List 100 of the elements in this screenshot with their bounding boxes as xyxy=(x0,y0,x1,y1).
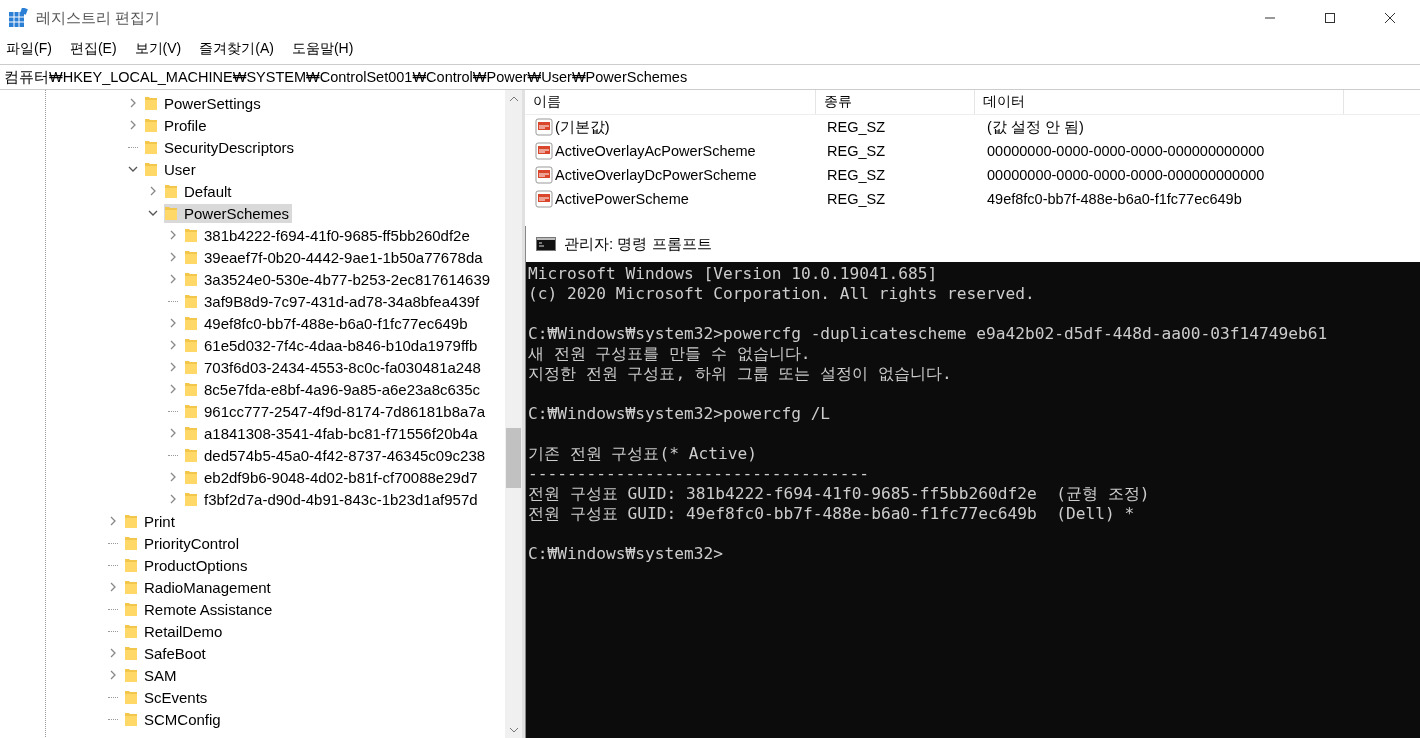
expand-chevron-icon[interactable] xyxy=(108,516,118,526)
console-line: C:₩Windows₩system32>powercfg /L xyxy=(528,404,832,424)
console-title: 관리자: 명령 프롬프트 xyxy=(564,234,712,254)
folder-icon xyxy=(184,271,198,287)
scroll-up-icon[interactable] xyxy=(508,95,519,103)
value-type: REG_SZ xyxy=(826,191,886,207)
tree-item[interactable]: SCMConfig xyxy=(124,709,224,729)
value-type: REG_SZ xyxy=(826,167,886,183)
folder-icon xyxy=(184,403,198,419)
tree-item[interactable]: Remote Assistance xyxy=(124,599,276,619)
tree-item[interactable]: 703f6d03-2434-4553-8c0c-fa030481a248 xyxy=(184,357,484,377)
column-header[interactable]: 이름 xyxy=(525,90,816,114)
folder-icon xyxy=(184,315,198,331)
tree-item[interactable]: SecurityDescriptors xyxy=(144,137,298,157)
tree-item[interactable]: Profile xyxy=(144,115,210,135)
tree-item[interactable]: ded574b5-45a0-4f42-8737-46345c09c238 xyxy=(184,445,489,465)
folder-icon xyxy=(144,161,158,177)
expand-chevron-icon[interactable] xyxy=(168,494,178,504)
tree-item[interactable]: 8c5e7fda-e8bf-4a96-9a85-a6e23a8c635c xyxy=(184,379,484,399)
column-header[interactable]: 데이터 xyxy=(975,90,1344,114)
console-line: ----------------------------------- xyxy=(528,464,871,484)
tree-item[interactable]: a1841308-3541-4fab-bc81-f71556f20b4a xyxy=(184,423,481,443)
expand-chevron-icon[interactable] xyxy=(168,230,178,240)
expand-chevron-icon[interactable] xyxy=(168,472,178,482)
expand-chevron-icon[interactable] xyxy=(128,98,138,108)
close-icon xyxy=(1384,12,1396,24)
console-line: 기존 전원 구성표(* Active) xyxy=(528,444,758,464)
folder-icon xyxy=(124,689,138,705)
tree-item[interactable]: ScEvents xyxy=(124,687,211,707)
folder-icon xyxy=(124,513,138,529)
menu-item[interactable]: 즐겨찾기(A) xyxy=(197,38,276,60)
value-data: (값 설정 안 됨) xyxy=(986,117,1085,137)
scrollbar-thumb[interactable] xyxy=(506,428,521,488)
expand-chevron-icon[interactable] xyxy=(108,648,118,658)
folder-icon xyxy=(184,337,198,353)
value-data: 00000000-0000-0000-0000-000000000000 xyxy=(986,143,1266,159)
tree-item[interactable]: PowerSchemes xyxy=(164,203,293,223)
string-value-icon xyxy=(535,166,553,184)
registry-app-icon xyxy=(8,8,28,28)
expand-chevron-icon[interactable] xyxy=(168,252,178,262)
tree-item[interactable]: Print xyxy=(124,511,178,531)
collapse-chevron-icon[interactable] xyxy=(148,208,158,218)
tree-item[interactable]: SafeBoot xyxy=(124,643,209,663)
folder-icon xyxy=(164,205,178,221)
tree-item[interactable]: 39eaef7f-0b20-4442-9ae1-1b50a77678da xyxy=(184,247,486,267)
console-line: C:₩Windows₩system32>powercfg -duplicatescheme e9a42b02-d5df-448d-aa00-03f14749eb61 xyxy=(528,324,1329,344)
folder-icon xyxy=(184,469,198,485)
expand-chevron-icon[interactable] xyxy=(168,362,178,372)
tree-item[interactable]: 3af9B8d9-7c97-431d-ad78-34a8bfea439f xyxy=(184,291,483,311)
folder-icon xyxy=(164,183,178,199)
folder-icon xyxy=(184,293,198,309)
folder-icon xyxy=(124,557,138,573)
address-bar[interactable]: 컴퓨터₩HKEY_LOCAL_MACHINE₩SYSTEM₩ControlSet001₩Control₩Power₩User₩PowerSchemes xyxy=(0,64,1420,90)
tree-item[interactable]: SAM xyxy=(124,665,180,685)
tree-item[interactable]: 381b4222-f694-41f0-9685-ff5bb260df2e xyxy=(184,225,473,245)
tree-item[interactable]: RetailDemo xyxy=(124,621,226,641)
scrollbar[interactable] xyxy=(505,90,522,738)
tree-item[interactable]: eb2df9b6-9048-4d02-b81f-cf70088e29d7 xyxy=(184,467,481,487)
collapse-chevron-icon[interactable] xyxy=(128,164,138,174)
tree-item[interactable]: ProductOptions xyxy=(124,555,251,575)
tree-item[interactable]: 61e5d032-7f4c-4daa-b846-b10da1979ffb xyxy=(184,335,481,355)
expand-chevron-icon[interactable] xyxy=(108,582,118,592)
menu-item[interactable]: 편집(E) xyxy=(67,38,119,60)
tree-item[interactable]: Default xyxy=(164,181,235,201)
expand-chevron-icon[interactable] xyxy=(168,340,178,350)
tree-item[interactable]: User xyxy=(144,159,199,179)
menu-item[interactable]: 도움말(H) xyxy=(289,38,356,60)
tree-item[interactable]: 49ef8fc0-bb7f-488e-b6a0-f1fc77ec649b xyxy=(184,313,471,333)
maximize-icon xyxy=(1324,12,1336,24)
expand-chevron-icon[interactable] xyxy=(168,428,178,438)
folder-icon xyxy=(184,491,198,507)
expand-chevron-icon[interactable] xyxy=(168,318,178,328)
folder-icon xyxy=(184,359,198,375)
tree-item[interactable]: PriorityControl xyxy=(124,533,243,553)
scroll-down-icon[interactable] xyxy=(508,726,519,734)
menu-item[interactable]: 파일(F) xyxy=(4,38,54,60)
string-value-icon xyxy=(535,190,553,208)
folder-icon xyxy=(124,645,138,661)
folder-icon xyxy=(124,579,138,595)
value-name: ActiveOverlayDcPowerScheme xyxy=(555,167,757,183)
expand-chevron-icon[interactable] xyxy=(168,274,178,284)
value-name: ActiveOverlayAcPowerScheme xyxy=(555,143,756,159)
folder-icon xyxy=(124,623,138,639)
folder-icon xyxy=(184,381,198,397)
tree-item[interactable]: f3bf2d7a-d90d-4b91-843c-1b23d1af957d xyxy=(184,489,481,509)
expand-chevron-icon[interactable] xyxy=(168,384,178,394)
value-data: 00000000-0000-0000-0000-000000000000 xyxy=(986,167,1266,183)
folder-icon xyxy=(124,535,138,551)
menu-item[interactable]: 보기(V) xyxy=(132,38,184,60)
value-name: ActivePowerScheme xyxy=(555,191,689,207)
value-type: REG_SZ xyxy=(826,119,886,135)
expand-chevron-icon[interactable] xyxy=(128,120,138,130)
tree-item[interactable]: PowerSettings xyxy=(144,93,264,113)
terminal-icon xyxy=(536,237,556,251)
tree-item[interactable]: RadioManagement xyxy=(124,577,274,597)
expand-chevron-icon[interactable] xyxy=(148,186,158,196)
tree-item[interactable]: 961cc777-2547-4f9d-8174-7d86181b8a7a xyxy=(184,401,489,421)
column-header[interactable]: 종류 xyxy=(816,90,975,114)
tree-item[interactable]: 3a3524e0-530e-4b77-b253-2ec817614639 xyxy=(184,269,494,289)
expand-chevron-icon[interactable] xyxy=(108,670,118,680)
